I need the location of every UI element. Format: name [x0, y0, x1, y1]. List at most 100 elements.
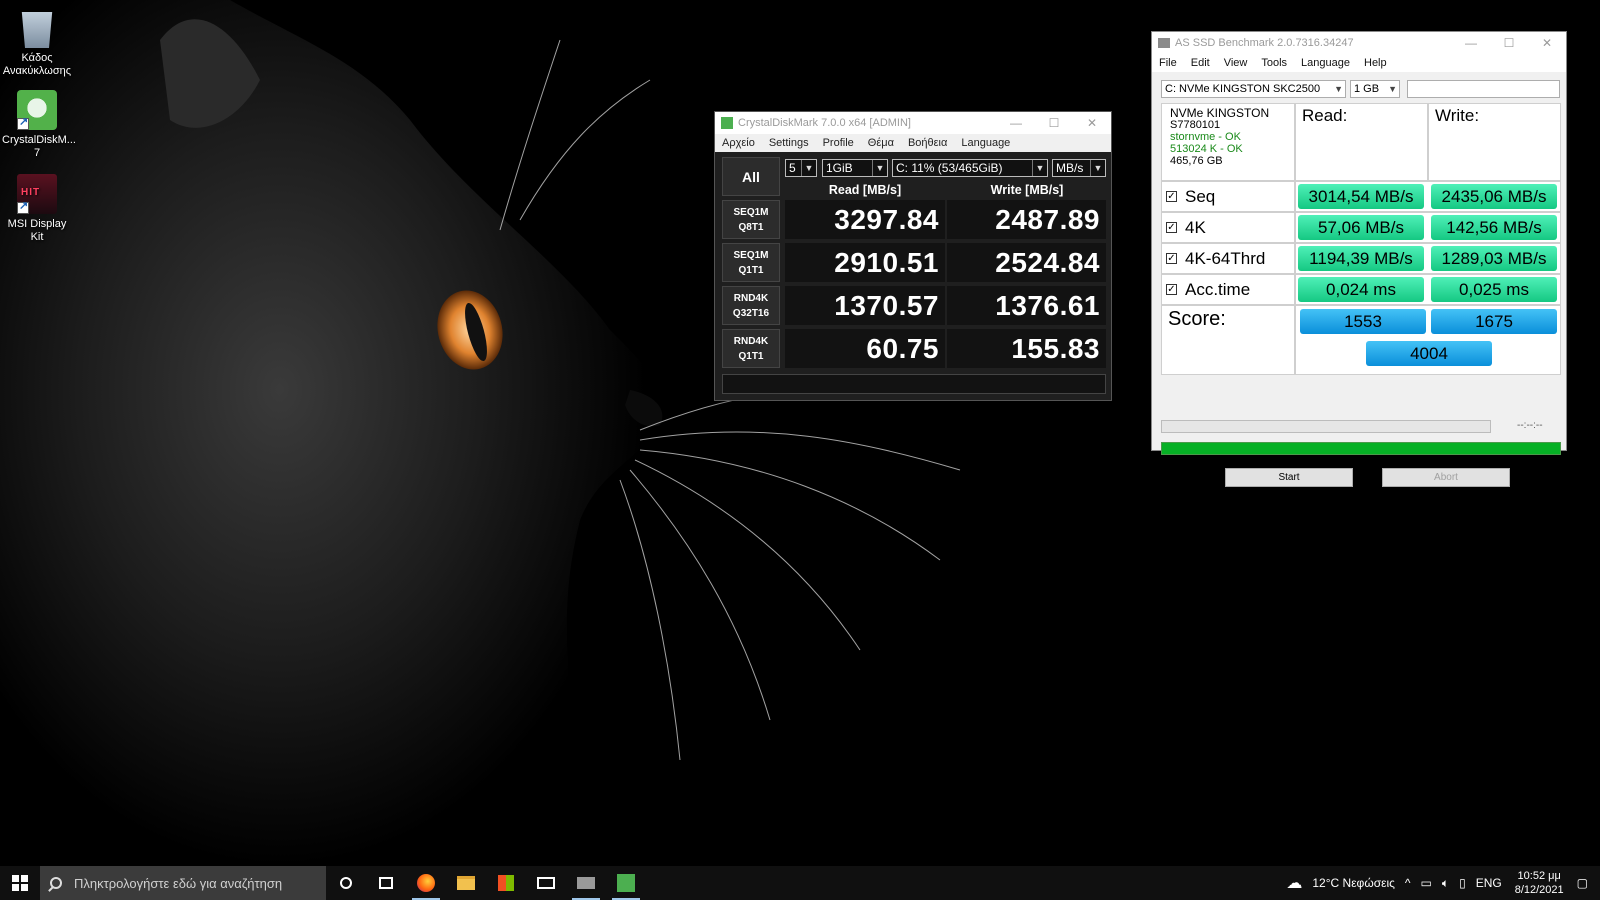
- system-tray: ☁ 12°C Νεφώσεις ^ ▭ 🔈︎ ▯ ENG 10:52 μμ 8/…: [1281, 866, 1600, 900]
- as-ssd-body: C: NVMe KINGSTON SKC2500 ▼ 1 GB ▼ NVMe KIN…: [1152, 72, 1566, 487]
- as-ssd-text-field[interactable]: [1407, 80, 1560, 98]
- cdm-write-header: Write [MB/s]: [990, 183, 1064, 197]
- maximize-icon[interactable]: ☐: [1035, 116, 1073, 130]
- as-ssd-window-title: AS SSD Benchmark 2.0.7316.34247: [1175, 37, 1354, 49]
- maximize-icon[interactable]: ☐: [1490, 36, 1528, 50]
- cdm-test-params: Q1T1: [738, 350, 764, 362]
- weather-cloud-icon[interactable]: ☁: [1286, 873, 1302, 893]
- as-ssd-elapsed-time: --:--:--: [1517, 420, 1543, 431]
- cdm-count-value: 5: [789, 161, 796, 175]
- 4k-64thrd-checkbox[interactable]: ✓: [1166, 253, 1177, 264]
- network-icon[interactable]: ▭: [1421, 876, 1432, 890]
- chevron-up-icon[interactable]: ^: [1405, 876, 1411, 890]
- as-ssd-test-progress: [1161, 420, 1491, 433]
- as-ssd-size-select[interactable]: 1 GB ▼: [1350, 80, 1400, 98]
- msi-display-kit-icon: HIT: [17, 174, 57, 214]
- cdm-test-button-rnd4k-q1t1[interactable]: RND4K Q1T1: [722, 329, 780, 368]
- battery-icon[interactable]: ▯: [1459, 876, 1466, 890]
- minimize-icon[interactable]: —: [1452, 36, 1490, 50]
- crystaldiskmark-window[interactable]: CrystalDiskMark 7.0.0 x64 [ADMIN] — ☐ ✕ …: [714, 111, 1112, 401]
- cdm-menu-file[interactable]: Αρχείο: [715, 137, 762, 149]
- cdm-comment-input[interactable]: [722, 374, 1106, 394]
- cortana-circle-icon: [340, 877, 352, 889]
- as-ssd-drive-icon: [577, 877, 595, 889]
- as-ssd-menu-tools[interactable]: Tools: [1254, 57, 1294, 69]
- cdm-all-button[interactable]: All: [722, 157, 780, 196]
- desktop-icon-label: MSI Display Kit: [7, 218, 67, 243]
- drive-model: NVMe KINGSTON: [1170, 106, 1270, 120]
- as-ssd-drive-info: NVMe KINGSTON S7780101 stornvme - OK 513…: [1161, 103, 1295, 181]
- drive-driver-status: stornvme - OK: [1170, 131, 1241, 143]
- cdm-menu-settings[interactable]: Settings: [762, 137, 816, 149]
- as-ssd-menu-edit[interactable]: Edit: [1184, 57, 1217, 69]
- score-total: 4004: [1366, 341, 1492, 366]
- taskbar-crystaldiskmark[interactable]: [606, 866, 646, 900]
- search-icon: [50, 877, 62, 889]
- cdm-size-select[interactable]: 1GiB ▼: [822, 159, 888, 177]
- volume-icon[interactable]: 🔈︎: [1442, 876, 1449, 891]
- 4k-checkbox[interactable]: ✓: [1166, 222, 1177, 233]
- folder-icon: [457, 876, 475, 890]
- taskbar-mail[interactable]: [526, 866, 566, 900]
- close-icon[interactable]: ✕: [1073, 116, 1111, 130]
- cdm-unit-select[interactable]: MB/s ▼: [1052, 159, 1106, 177]
- cdm-read-value: 2910.51: [785, 243, 945, 282]
- chevron-down-icon: ▼: [1388, 84, 1397, 94]
- taskbar-firefox[interactable]: [406, 866, 446, 900]
- 4k-read-result: 57,06 MB/s: [1298, 215, 1424, 240]
- as-ssd-menu-view[interactable]: View: [1217, 57, 1255, 69]
- score-read: 1553: [1300, 309, 1426, 334]
- taskbar-search-box[interactable]: Πληκτρολογήστε εδώ για αναζήτηση: [40, 866, 326, 900]
- acc-time-checkbox[interactable]: ✓: [1166, 284, 1177, 295]
- cdm-test-button-seq1m-q8t1[interactable]: SEQ1M Q8T1: [722, 200, 780, 239]
- cdm-test-button-rnd4k-q32t16[interactable]: RND4K Q32T16: [722, 286, 780, 325]
- minimize-icon[interactable]: —: [997, 116, 1035, 130]
- cortana-button[interactable]: [326, 866, 366, 900]
- taskbar-file-explorer[interactable]: [446, 866, 486, 900]
- as-ssd-abort-button[interactable]: Abort: [1382, 468, 1510, 487]
- notification-icon[interactable]: ▢: [1577, 876, 1588, 890]
- as-ssd-overall-progress: [1161, 442, 1561, 455]
- taskbar-store[interactable]: [486, 866, 526, 900]
- cdm-menu-help[interactable]: Βοήθεια: [901, 137, 954, 149]
- row-label: 4K-64Thrd: [1185, 249, 1266, 268]
- cdm-menu-profile[interactable]: Profile: [816, 137, 861, 149]
- desktop-icon-recycle-bin[interactable]: Κάδος Ανακύκλωσης: [2, 8, 72, 78]
- language-indicator[interactable]: ENG: [1476, 876, 1502, 890]
- cdm-read-value: 3297.84: [785, 200, 945, 239]
- chevron-down-icon: ▼: [1090, 160, 1105, 176]
- cdm-menubar: Αρχείο Settings Profile Θέμα Βοήθεια Lan…: [715, 134, 1111, 152]
- cdm-menu-theme[interactable]: Θέμα: [861, 137, 901, 149]
- desktop-icon-crystaldiskmark[interactable]: CrystalDiskM... 7: [2, 90, 76, 160]
- taskbar-as-ssd[interactable]: [566, 866, 606, 900]
- recycle-bin-icon: [21, 12, 53, 48]
- cdm-drive-select[interactable]: C: 11% (53/465GiB) ▼: [892, 159, 1048, 177]
- weather-text[interactable]: 12°C Νεφώσεις: [1312, 876, 1395, 890]
- cdm-test-name: RND4K: [733, 292, 769, 304]
- cdm-titlebar[interactable]: CrystalDiskMark 7.0.0 x64 [ADMIN] — ☐ ✕: [715, 112, 1111, 134]
- seq-checkbox[interactable]: ✓: [1166, 191, 1177, 202]
- close-icon[interactable]: ✕: [1528, 36, 1566, 50]
- as-ssd-menu-file[interactable]: File: [1152, 57, 1184, 69]
- cdm-menu-language[interactable]: Language: [954, 137, 1017, 149]
- as-ssd-start-button[interactable]: Start: [1225, 468, 1353, 487]
- desktop-icon-msi-display-kit[interactable]: HIT MSI Display Kit: [2, 174, 72, 244]
- as-ssd-drive-select[interactable]: C: NVMe KINGSTON SKC2500 ▼: [1161, 80, 1346, 98]
- cdm-test-button-seq1m-q1t1[interactable]: SEQ1M Q1T1: [722, 243, 780, 282]
- task-view-button[interactable]: [366, 866, 406, 900]
- as-ssd-window[interactable]: AS SSD Benchmark 2.0.7316.34247 — ☐ ✕ Fi…: [1151, 31, 1567, 487]
- as-ssd-row-4k: ✓ 4K: [1161, 212, 1295, 243]
- drive-alignment-status: 513024 K - OK: [1170, 143, 1243, 155]
- as-ssd-row-acc-time: ✓ Acc.time: [1161, 274, 1295, 305]
- row-label: Acc.time: [1185, 280, 1251, 299]
- start-button[interactable]: [0, 866, 40, 900]
- cdm-read-value: 60.75: [785, 329, 945, 368]
- as-ssd-menu-help[interactable]: Help: [1357, 57, 1394, 69]
- as-ssd-titlebar[interactable]: AS SSD Benchmark 2.0.7316.34247 — ☐ ✕: [1152, 32, 1566, 54]
- search-placeholder: Πληκτρολογήστε εδώ για αναζήτηση: [74, 875, 283, 891]
- as-ssd-score-label: Score:: [1161, 305, 1295, 375]
- acc-time-write-result: 0,025 ms: [1431, 277, 1557, 302]
- cdm-count-select[interactable]: 5 ▼: [785, 159, 817, 177]
- taskbar-clock[interactable]: 10:52 μμ 8/12/2021: [1515, 869, 1564, 897]
- as-ssd-menu-language[interactable]: Language: [1294, 57, 1357, 69]
